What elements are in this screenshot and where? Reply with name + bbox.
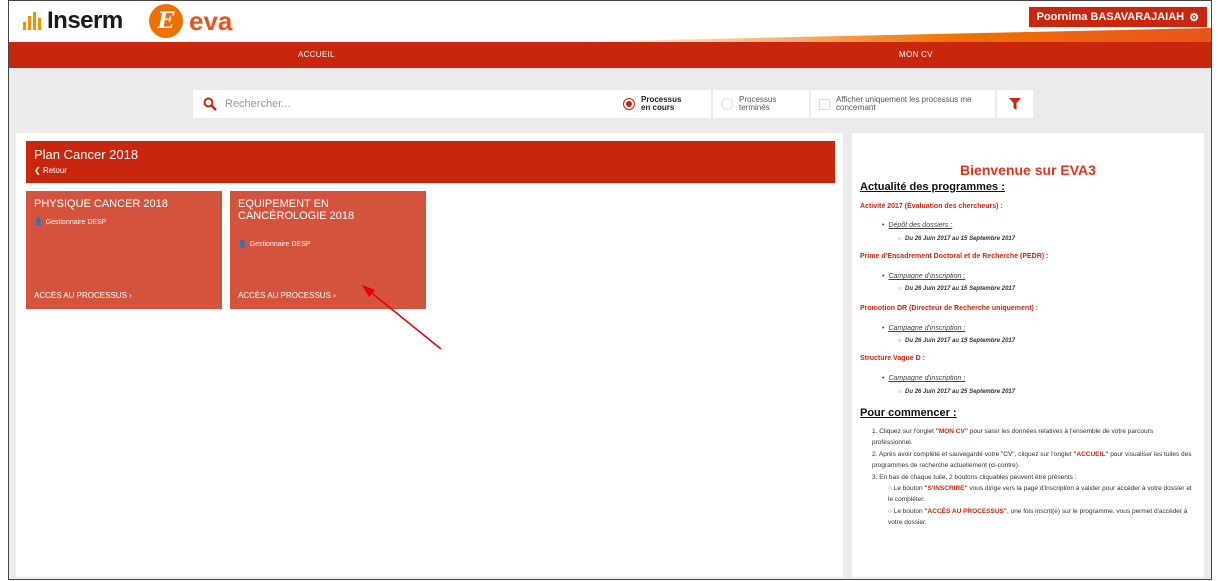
user-name: Poornima BASAVARAJAIAH bbox=[1036, 11, 1185, 23]
back-link[interactable]: ❮ Retour bbox=[34, 166, 67, 175]
program-news-item[interactable]: Campagne d'inscription : bbox=[882, 325, 965, 332]
back-label: Retour bbox=[42, 166, 67, 175]
search-icon bbox=[203, 97, 217, 111]
user-icon: 👤 bbox=[238, 241, 247, 248]
filter-button[interactable] bbox=[997, 90, 1033, 118]
program-news-item[interactable]: Campagne d'inscription : bbox=[882, 273, 965, 280]
radio-on-icon bbox=[623, 98, 635, 110]
settings-icon: ⚙ bbox=[1189, 11, 1199, 24]
tile-role: 👤 Gestionnaire DESP bbox=[238, 240, 311, 249]
radio-finished-processes[interactable]: Processus terminés bbox=[713, 90, 809, 118]
radio-finished-label: Processus terminés bbox=[739, 95, 777, 112]
program-news-dates: Du 26 Juin 2017 au 25 Septembre 2017 bbox=[898, 389, 1015, 395]
substep-text: ○ Le bouton bbox=[888, 508, 925, 515]
eva-logo-text: eva bbox=[189, 5, 233, 36]
step-text: 1. Cliquez sur l'onglet bbox=[872, 428, 936, 435]
eva-logo-icon: E bbox=[149, 4, 183, 38]
welcome-title: Bienvenue sur EVA3 bbox=[960, 162, 1096, 178]
checkbox-icon bbox=[819, 98, 830, 110]
program-news-title: Promotion DR (Directeur de Recherche uni… bbox=[860, 305, 1039, 312]
process-tile[interactable]: PHYSIQUE CANCER 2018 👤 Gestionnaire DESP… bbox=[26, 191, 222, 309]
process-access-link[interactable]: ACCÈS AU PROCESSUS › bbox=[34, 291, 132, 300]
tile-role: 👤 Gestionnaire DESP bbox=[34, 218, 107, 227]
step-highlight: "ACCUEIL" bbox=[1073, 451, 1109, 458]
substep-highlight: "S'INSCRIRE" bbox=[924, 485, 968, 492]
substep-highlight: "ACCÈS AU PROCESSUS" bbox=[924, 508, 1007, 515]
eva-logo[interactable]: E eva bbox=[149, 4, 232, 38]
process-access-link[interactable]: ACCÈS AU PROCESSUS › bbox=[238, 291, 336, 300]
search-placeholder: Rechercher... bbox=[225, 98, 291, 110]
chevron-left-icon: ❮ bbox=[34, 166, 41, 175]
news-title: Actualité des programmes : bbox=[860, 181, 1005, 193]
tile-role-label: Gestionnaire DESP bbox=[45, 218, 107, 226]
tab-mon-cv[interactable]: MON CV bbox=[899, 42, 933, 68]
inserm-bars-icon bbox=[23, 12, 41, 30]
app-frame: Inserm E eva Poornima BASAVARAJAIAH ⚙ AC… bbox=[8, 0, 1212, 580]
filter-bar: Rechercher... Processus en cours Process… bbox=[9, 68, 1211, 132]
program-news-dates: Du 26 Juin 2017 au 15 Septembre 2017 bbox=[898, 286, 1015, 292]
step-text: 2. Après avoir complété et sauvegardé vo… bbox=[872, 451, 1074, 458]
instruction-step: 2. Après avoir complété et sauvegardé vo… bbox=[872, 449, 1192, 471]
top-bar: Inserm E eva Poornima BASAVARAJAIAH ⚙ bbox=[9, 1, 1211, 42]
inserm-logo[interactable]: Inserm bbox=[23, 7, 123, 35]
checkbox-my-processes-label: Afficher uniquement les processus me con… bbox=[836, 95, 972, 112]
tab-accueil[interactable]: ACCUEIL bbox=[298, 42, 335, 68]
program-news-dates: Du 26 Juin 2017 au 15 Septembre 2017 bbox=[898, 236, 1015, 242]
substep-text: ○ Le bouton bbox=[888, 485, 925, 492]
program-news-item[interactable]: Dépôt des dossiers : bbox=[882, 222, 952, 229]
instruction-step: 3. En bas de chaque tuile, 2 boutons cli… bbox=[872, 474, 1077, 481]
tile-title: EQUIPEMENT EN CANCÉROLOGIE 2018 bbox=[238, 198, 355, 222]
tile-role-label: Gestionnaire DESP bbox=[249, 240, 311, 248]
header-swoosh bbox=[569, 28, 1211, 42]
inserm-logo-text: Inserm bbox=[47, 7, 123, 34]
program-news-item[interactable]: Campagne d'inscription : bbox=[882, 375, 965, 382]
instruction-substep: ○ Le bouton "S'INSCRIRE" vous dirige ver… bbox=[888, 483, 1192, 505]
search-input[interactable]: Rechercher... bbox=[193, 90, 615, 118]
main-nav: ACCUEIL MON CV bbox=[9, 42, 1211, 68]
instruction-step: 1. Cliquez sur l'onglet "MON CV" pour sa… bbox=[872, 426, 1192, 448]
program-news-title: Activité 2017 (Évaluation des chercheurs… bbox=[860, 203, 1003, 210]
radio-current-processes[interactable]: Processus en cours bbox=[615, 90, 711, 118]
radio-off-icon bbox=[721, 98, 733, 110]
program-news-title: Structure Vague D : bbox=[860, 355, 925, 362]
radio-current-label: Processus en cours bbox=[641, 95, 682, 112]
filter-icon bbox=[1009, 98, 1021, 110]
program-title: Plan Cancer 2018 bbox=[34, 147, 139, 162]
getting-started-title: Pour commencer : bbox=[860, 407, 957, 419]
program-news-dates: Du 26 Juin 2017 au 15 Septembre 2017 bbox=[898, 338, 1015, 344]
user-menu-button[interactable]: Poornima BASAVARAJAIAH ⚙ bbox=[1028, 7, 1207, 27]
process-tile[interactable]: EQUIPEMENT EN CANCÉROLOGIE 2018 👤 Gestio… bbox=[230, 191, 426, 309]
programs-panel: Plan Cancer 2018 ❮ Retour PHYSIQUE CANCE… bbox=[16, 133, 843, 577]
tile-title: PHYSIQUE CANCER 2018 bbox=[34, 198, 168, 210]
program-news-title: Prime d'Encadrement Doctoral et de Reche… bbox=[860, 253, 1049, 260]
program-header: Plan Cancer 2018 ❮ Retour bbox=[26, 141, 835, 183]
instruction-substep: ○ Le bouton "ACCÈS AU PROCESSUS", une fo… bbox=[888, 506, 1192, 528]
user-icon: 👤 bbox=[34, 219, 43, 226]
checkbox-my-processes[interactable]: Afficher uniquement les processus me con… bbox=[811, 90, 995, 118]
step-highlight: "MON CV" bbox=[935, 428, 968, 435]
welcome-panel: Bienvenue sur EVA3 Actualité des program… bbox=[852, 133, 1204, 577]
